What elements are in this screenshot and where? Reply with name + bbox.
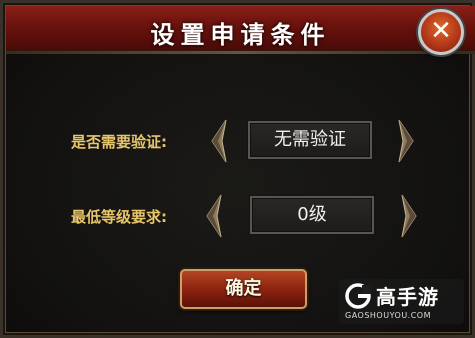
gaoshouyou-watermark: 高手游 GAOSHOUYOU.COM xyxy=(339,279,464,324)
verification-value-box: 无需验证 xyxy=(248,121,372,159)
confirm-button[interactable]: 确定 xyxy=(180,269,307,309)
gaoshouyou-logo-icon xyxy=(345,283,371,309)
min-level-label: 最低等级要求: xyxy=(71,208,167,226)
verification-prev-arrow-icon[interactable] xyxy=(206,118,228,164)
dialog-title: 设置申请条件 xyxy=(150,20,331,49)
set-application-conditions-dialog: 设置申请条件 ✕ 是否需要验证: 无需验证 最低等级要求: 0级 确定 高手游 … xyxy=(0,0,475,338)
verification-next-arrow-icon[interactable] xyxy=(397,118,419,164)
close-icon: ✕ xyxy=(430,16,452,46)
watermark-name: 高手游 xyxy=(376,285,439,309)
watermark-domain: GAOSHOUYOU.COM xyxy=(345,311,432,320)
min-level-value-box: 0级 xyxy=(250,196,374,234)
close-button[interactable]: ✕ xyxy=(418,9,464,55)
verification-label: 是否需要验证: xyxy=(71,133,167,151)
title-bar: 设置申请条件 xyxy=(6,6,475,54)
min-level-next-arrow-icon[interactable] xyxy=(400,193,422,239)
min-level-prev-arrow-icon[interactable] xyxy=(201,193,223,239)
